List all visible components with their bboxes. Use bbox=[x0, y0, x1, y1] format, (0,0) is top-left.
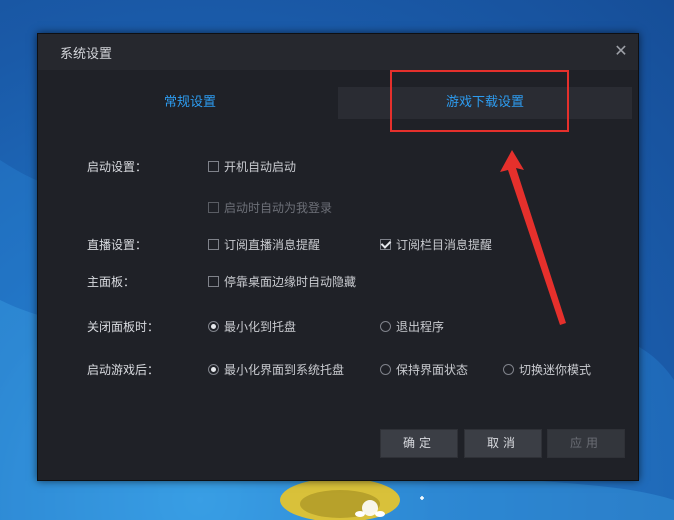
tab-bar: 常规设置 游戏下载设置 bbox=[42, 87, 632, 119]
close-panel-label: 关闭面板时： bbox=[87, 320, 160, 334]
minimize-to-tray-radio[interactable]: 最小化到托盘 bbox=[208, 318, 296, 335]
tab-general-settings[interactable]: 常规设置 bbox=[42, 87, 338, 119]
checkbox-box[interactable] bbox=[208, 276, 219, 287]
live-settings-label: 直播设置： bbox=[87, 238, 148, 252]
minimize-ui-to-tray-radio[interactable]: 最小化界面到系统托盘 bbox=[208, 361, 344, 378]
mini-mode-radio[interactable]: 切换迷你模式 bbox=[503, 361, 591, 378]
column-reminder-label: 订阅栏目消息提醒 bbox=[396, 238, 493, 252]
column-reminder-checkbox[interactable]: 订阅栏目消息提醒 bbox=[380, 236, 492, 253]
settings-dialog: 系统设置 ✕ 常规设置 游戏下载设置 启动设置： 开机自动启动 启动时自动为我登… bbox=[37, 33, 639, 481]
mini-mode-label: 切换迷你模式 bbox=[519, 363, 592, 377]
close-icon[interactable]: ✕ bbox=[610, 40, 632, 62]
checkbox-box-checked[interactable] bbox=[380, 239, 391, 250]
keep-ui-state-label: 保持界面状态 bbox=[396, 363, 469, 377]
auto-start-checkbox[interactable]: 开机自动启动 bbox=[208, 158, 296, 175]
dialog-title: 系统设置 bbox=[60, 47, 113, 62]
checkbox-box[interactable] bbox=[208, 202, 219, 213]
auto-login-label: 启动时自动为我登录 bbox=[224, 201, 333, 215]
tab-game-download-settings[interactable]: 游戏下载设置 bbox=[338, 87, 632, 119]
exit-program-radio[interactable]: 退出程序 bbox=[380, 318, 444, 335]
auto-hide-checkbox[interactable]: 停靠桌面边缘时自动隐藏 bbox=[208, 273, 356, 290]
radio-dot[interactable] bbox=[380, 364, 391, 375]
startup-settings-label: 启动设置： bbox=[87, 160, 148, 174]
checkbox-box[interactable] bbox=[208, 161, 219, 172]
auto-login-checkbox[interactable]: 启动时自动为我登录 bbox=[208, 199, 332, 216]
live-reminder-checkbox[interactable]: 订阅直播消息提醒 bbox=[208, 236, 320, 253]
keep-ui-state-radio[interactable]: 保持界面状态 bbox=[380, 361, 468, 378]
checkbox-box[interactable] bbox=[208, 239, 219, 250]
ok-button[interactable]: 确定 bbox=[380, 429, 458, 458]
dialog-titlebar[interactable]: 系统设置 ✕ bbox=[38, 34, 638, 70]
auto-hide-label: 停靠桌面边缘时自动隐藏 bbox=[224, 275, 357, 289]
cancel-button[interactable]: 取消 bbox=[464, 429, 542, 458]
radio-dot-selected[interactable] bbox=[208, 364, 219, 375]
after-launch-label: 启动游戏后： bbox=[87, 363, 160, 377]
radio-dot-selected[interactable] bbox=[208, 321, 219, 332]
exit-program-label: 退出程序 bbox=[396, 320, 445, 334]
minimize-to-tray-label: 最小化到托盘 bbox=[224, 320, 297, 334]
radio-dot[interactable] bbox=[380, 321, 391, 332]
minimize-ui-to-tray-label: 最小化界面到系统托盘 bbox=[224, 363, 345, 377]
live-reminder-label: 订阅直播消息提醒 bbox=[224, 238, 321, 252]
radio-dot[interactable] bbox=[503, 364, 514, 375]
main-panel-label: 主面板： bbox=[87, 275, 136, 289]
apply-button[interactable]: 应用 bbox=[547, 429, 625, 458]
auto-start-label: 开机自动启动 bbox=[224, 160, 297, 174]
